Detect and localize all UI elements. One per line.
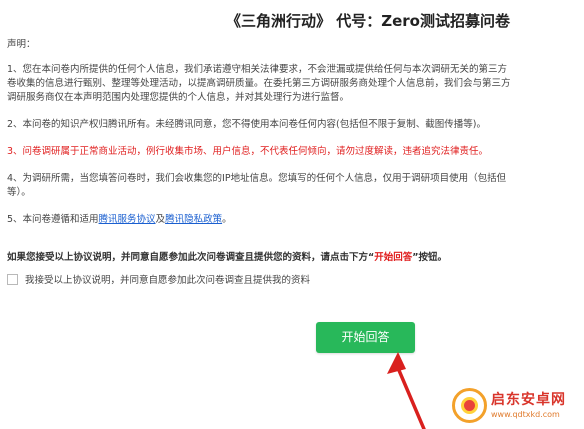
qidong-logo-icon — [452, 387, 487, 423]
statement-heading: 声明： — [7, 39, 36, 50]
page-title: 《三角洲行动》 代号：Zero测试招募问卷 — [226, 12, 510, 30]
statement-section: 声明： 1、您在本问卷内所提供的任何个人信息，我们承诺遵守相关法律要求，不会泄漏… — [7, 38, 584, 240]
statement-p1-line: 卷收集的信息进行甄别、整理等处理活动，以提高调研质量。在委托第三方调研服务商处理… — [7, 78, 511, 89]
statement-paragraph-4: 4、为调研所需，当您填答问卷时，我们会收集您的IP地址信息。您填写的任何个人信息… — [7, 172, 584, 200]
consent-checkbox-label: 我接受以上协议说明，并同意自愿参加此次问卷调查且提供我的资料 — [25, 275, 311, 286]
statement-p1-line: 调研服务商仅在本声明范围内处理您提供的个人信息，并对其处理行为进行监督。 — [7, 92, 350, 103]
consent-checkbox-row[interactable]: 我接受以上协议说明，并同意自愿参加此次问卷调查且提供我的资料 — [7, 272, 310, 286]
statement-paragraph-3-warning: 3、问卷调研属于正常商业活动，例行收集市场、用户信息，不代表任何倾向，请勿过度解… — [7, 146, 489, 157]
consent-checkbox[interactable] — [7, 273, 18, 285]
tencent-service-agreement-link[interactable]: 腾讯服务协议 — [99, 214, 156, 225]
agree-instruction-prefix: 如果您接受以上协议说明，并同意自愿参加此次问卷调查且提供您的资料，请点击下方“ — [7, 252, 375, 263]
start-answer-button[interactable]: 开始回答 — [316, 322, 415, 353]
statement-paragraph-5: 5、本问卷遵循和适用腾讯服务协议及腾讯隐私政策。 — [7, 213, 584, 227]
agree-instruction-highlight: 开始回答 — [374, 252, 413, 263]
statement-p5-prefix: 5、本问卷遵循和适用 — [7, 214, 99, 225]
agree-instruction-suffix: ”按钮。 — [412, 252, 448, 263]
tencent-privacy-policy-link[interactable]: 腾讯隐私政策 — [165, 214, 222, 225]
statement-p4-line: 等）。 — [7, 187, 31, 198]
statement-paragraph-1: 1、您在本问卷内所提供的任何个人信息，我们承诺遵守相关法律要求，不会泄漏或提供给… — [7, 63, 584, 105]
survey-page: 《三角洲行动》 代号：Zero测试招募问卷 声明： 1、您在本问卷内所提供的任何… — [0, 0, 584, 429]
agree-instruction: 如果您接受以上协议说明，并同意自愿参加此次问卷调查且提供您的资料，请点击下方“开… — [7, 249, 447, 263]
statement-p5-mid: 及 — [155, 214, 166, 225]
statement-paragraph-2: 2、本问卷的知识产权归腾讯所有。未经腾讯同意，您不得使用本问卷任何内容(包括但不… — [7, 119, 486, 130]
statement-p5-suffix: 。 — [222, 214, 232, 225]
watermark-name: 启东安卓网 — [491, 391, 566, 408]
statement-p4-line: 4、为调研所需，当您填答问卷时，我们会收集您的IP地址信息。您填写的任何个人信息… — [7, 173, 507, 184]
statement-p1-line: 1、您在本问卷内所提供的任何个人信息，我们承诺遵守相关法律要求，不会泄漏或提供给… — [7, 64, 508, 75]
site-watermark: 启东安卓网 www.qdtxkd.com — [452, 383, 582, 427]
red-arrow-annotation-icon — [387, 352, 426, 429]
watermark-url: www.qdtxkd.com — [491, 409, 560, 419]
